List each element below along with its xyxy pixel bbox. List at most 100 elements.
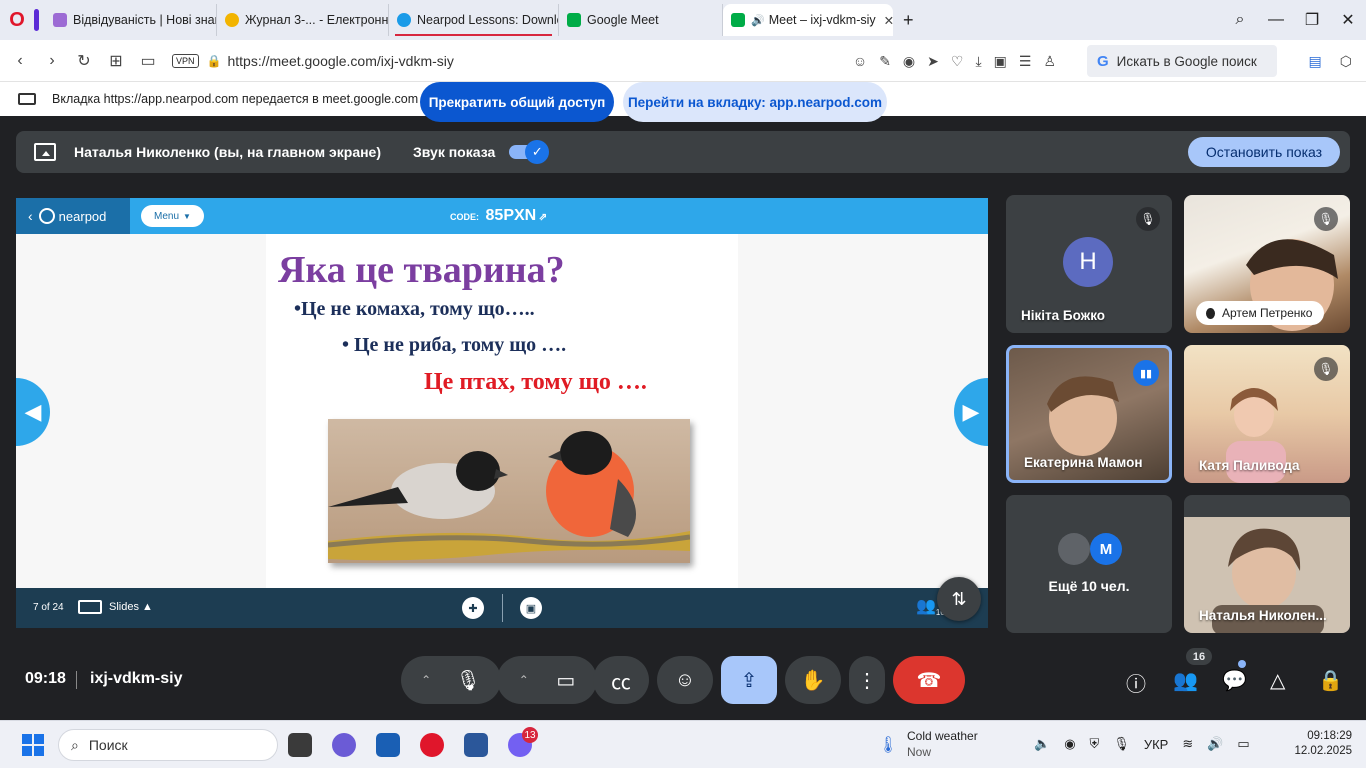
back-chevron-icon[interactable]: ‹ [28, 208, 33, 224]
stop-presenting-button[interactable]: Остановить показ [1188, 137, 1340, 167]
more-options-button[interactable]: ⋮ [849, 656, 885, 704]
sharing-indicator [395, 34, 552, 36]
language-indicator[interactable]: УКР [1144, 737, 1169, 752]
avatar: M [1090, 533, 1122, 565]
system-clock[interactable]: 09:18:29 12.02.2025 [1294, 729, 1352, 759]
participant-tile[interactable]: 🎙 Артем Петренко [1184, 195, 1350, 333]
share-audio-toggle[interactable]: ✓ [509, 140, 550, 164]
taskbar-search[interactable]: ⌕ Поиск [58, 729, 278, 761]
stop-sharing-button[interactable]: Прекратить общий доступ [420, 82, 614, 122]
audio-options-icon[interactable]: ⌃ [421, 673, 431, 687]
easy-setup-icon[interactable]: ☰ [1019, 53, 1032, 70]
leave-call-button[interactable]: ☎ [893, 656, 965, 704]
raise-hand-button[interactable]: ✋ [785, 656, 841, 704]
captions-button[interactable]: ㏄ [593, 656, 649, 704]
opera-logo-icon[interactable]: O [0, 0, 34, 40]
back-icon[interactable]: ‹ [4, 52, 36, 70]
check-icon: ✓ [525, 140, 550, 164]
wifi-icon[interactable]: ≋ [1182, 736, 1193, 752]
send-icon[interactable]: ➤ [927, 53, 939, 70]
meeting-time: 09:18 [25, 670, 66, 687]
profile-icon[interactable]: ♙ [1043, 53, 1056, 70]
camera-icon[interactable]: ▭ [132, 51, 164, 71]
notification-badge: 13 [522, 727, 538, 743]
code-label: CODE: [450, 212, 479, 222]
meet-app-icon[interactable] [332, 733, 356, 757]
vpn-badge[interactable]: VPN [172, 53, 199, 68]
camera-group: ⌃ ▭ [497, 656, 597, 704]
swap-layout-button[interactable]: ⇅ [937, 577, 981, 621]
weather-widget[interactable]: Cold weather Now [907, 729, 978, 759]
sidebar-icon[interactable]: ▤ [1309, 53, 1322, 70]
url-field[interactable]: https://meet.google.com/ixj-vdkm-siy [227, 53, 453, 69]
security-icon[interactable]: ⛨ [1090, 736, 1100, 752]
participant-tile-speaking[interactable]: ▮▮ Екатерина Мамон [1006, 345, 1172, 483]
task-view-icon[interactable] [288, 733, 312, 757]
tab-title: Nearpod Lessons: Downlo [417, 13, 559, 27]
forward-icon[interactable]: › [36, 52, 68, 70]
meet-controls: 09:18 ixj-vdkm-siy ⌃ 🎙 ⌃ ▭ ㏄ ☺ ⇪ ✋ ⋮ ☎ ⓘ… [0, 640, 1366, 718]
slides-icon[interactable] [78, 600, 102, 614]
presentation-stage: ‹ nearpod Menu ▼ CODE: 85PXN ⇗ Яка це тв… [16, 198, 988, 628]
tab-close-icon[interactable]: ✕ [884, 13, 893, 28]
tabs-grid-icon[interactable]: ⊞ [100, 51, 132, 71]
reactions-button[interactable]: ☺ [657, 656, 713, 704]
word-icon[interactable] [464, 733, 488, 757]
chat-icon[interactable]: 💬 [1222, 668, 1247, 693]
reports-icon[interactable]: ▣ [520, 597, 542, 619]
viber-tray-icon[interactable]: ◉ [1064, 736, 1075, 752]
store-icon[interactable] [376, 733, 400, 757]
edit-icon[interactable]: ✎ [879, 53, 891, 70]
tab-meet-active[interactable]: 🔊 Meet – ixj-vdkm-siy ✕ [723, 4, 893, 36]
download-icon[interactable]: ⤓ [975, 53, 981, 70]
presenting-banner: Наталья Николенко (вы, на главном экране… [16, 131, 1350, 173]
people-icon[interactable]: 👥 [1173, 668, 1198, 693]
participant-tile[interactable]: 🎙 Катя Паливода [1184, 345, 1350, 483]
host-controls-icon[interactable]: 🔒 [1318, 668, 1343, 693]
slides-toggle[interactable]: Slides ▲ [109, 601, 153, 613]
google-search-field[interactable]: G Искать в Google поиск [1087, 45, 1277, 77]
volume-icon[interactable]: 🔊 [1207, 736, 1223, 752]
speaker-muted-icon[interactable]: 🔈 [1034, 736, 1050, 752]
present-button[interactable]: ⇪ [721, 656, 777, 704]
windows-start-icon[interactable] [22, 734, 44, 756]
search-tabs-icon[interactable]: ⌕ [1222, 11, 1258, 29]
tab-attendance[interactable]: Відвідуваність | Нові знан [45, 4, 217, 36]
cube-icon[interactable]: ⬡ [1340, 53, 1352, 70]
microphone-button[interactable]: 🎙 [455, 668, 480, 693]
more-participants-tile[interactable]: M Ещё 10 чел. [1006, 495, 1172, 633]
tab-nearpod[interactable]: Nearpod Lessons: Downlo [389, 4, 559, 36]
workspace-marker [34, 9, 39, 31]
participant-tile[interactable]: Наталья Николен... [1184, 495, 1350, 633]
tab-journal[interactable]: Журнал 3-... - Електронн [217, 4, 389, 36]
reload-icon[interactable]: ↻ [68, 51, 100, 71]
nearpod-menu-button[interactable]: Menu ▼ [141, 205, 204, 227]
activities-icon[interactable]: △ [1270, 668, 1285, 693]
camera-button[interactable]: ▭ [556, 668, 575, 693]
tab-google-meet[interactable]: Google Meet [559, 4, 723, 36]
participant-tile[interactable]: Н 🎙 Нікіта Божко [1006, 195, 1172, 333]
activities-icon[interactable]: ✚ [462, 597, 484, 619]
nearpod-favicon-icon [397, 13, 411, 27]
minimize-icon[interactable]: — [1258, 11, 1294, 29]
search-icon: ⌕ [71, 736, 79, 753]
player-icon[interactable]: ▣ [994, 53, 1007, 70]
close-window-icon[interactable]: ✕ [1330, 10, 1366, 30]
mic-group: ⌃ 🎙 [401, 656, 501, 704]
slide-line-3: Це птах, тому що …. [424, 369, 647, 395]
snapshot-icon[interactable]: ◉ [903, 53, 915, 70]
opera-icon[interactable] [420, 733, 444, 757]
meeting-info-icon[interactable]: ⓘ [1126, 668, 1146, 697]
goto-tab-button[interactable]: Перейти на вкладку: app.nearpod.com [623, 82, 887, 122]
emoji-icon[interactable]: ☺ [853, 53, 867, 69]
new-tab-button[interactable]: + [903, 10, 914, 31]
video-options-icon[interactable]: ⌃ [519, 673, 529, 687]
heart-icon[interactable]: ♡ [951, 53, 964, 70]
tab-title: Meet – ixj-vdkm-siy [768, 13, 876, 27]
mic-tray-icon[interactable]: 🎙 [1113, 736, 1130, 752]
battery-icon[interactable]: ▭ [1237, 736, 1249, 752]
share-code-icon[interactable]: ⇗ [539, 212, 547, 223]
maximize-icon[interactable]: ❐ [1294, 10, 1330, 30]
mic-off-icon: 🎙 [1314, 357, 1338, 381]
meet-favicon-icon [731, 13, 745, 27]
